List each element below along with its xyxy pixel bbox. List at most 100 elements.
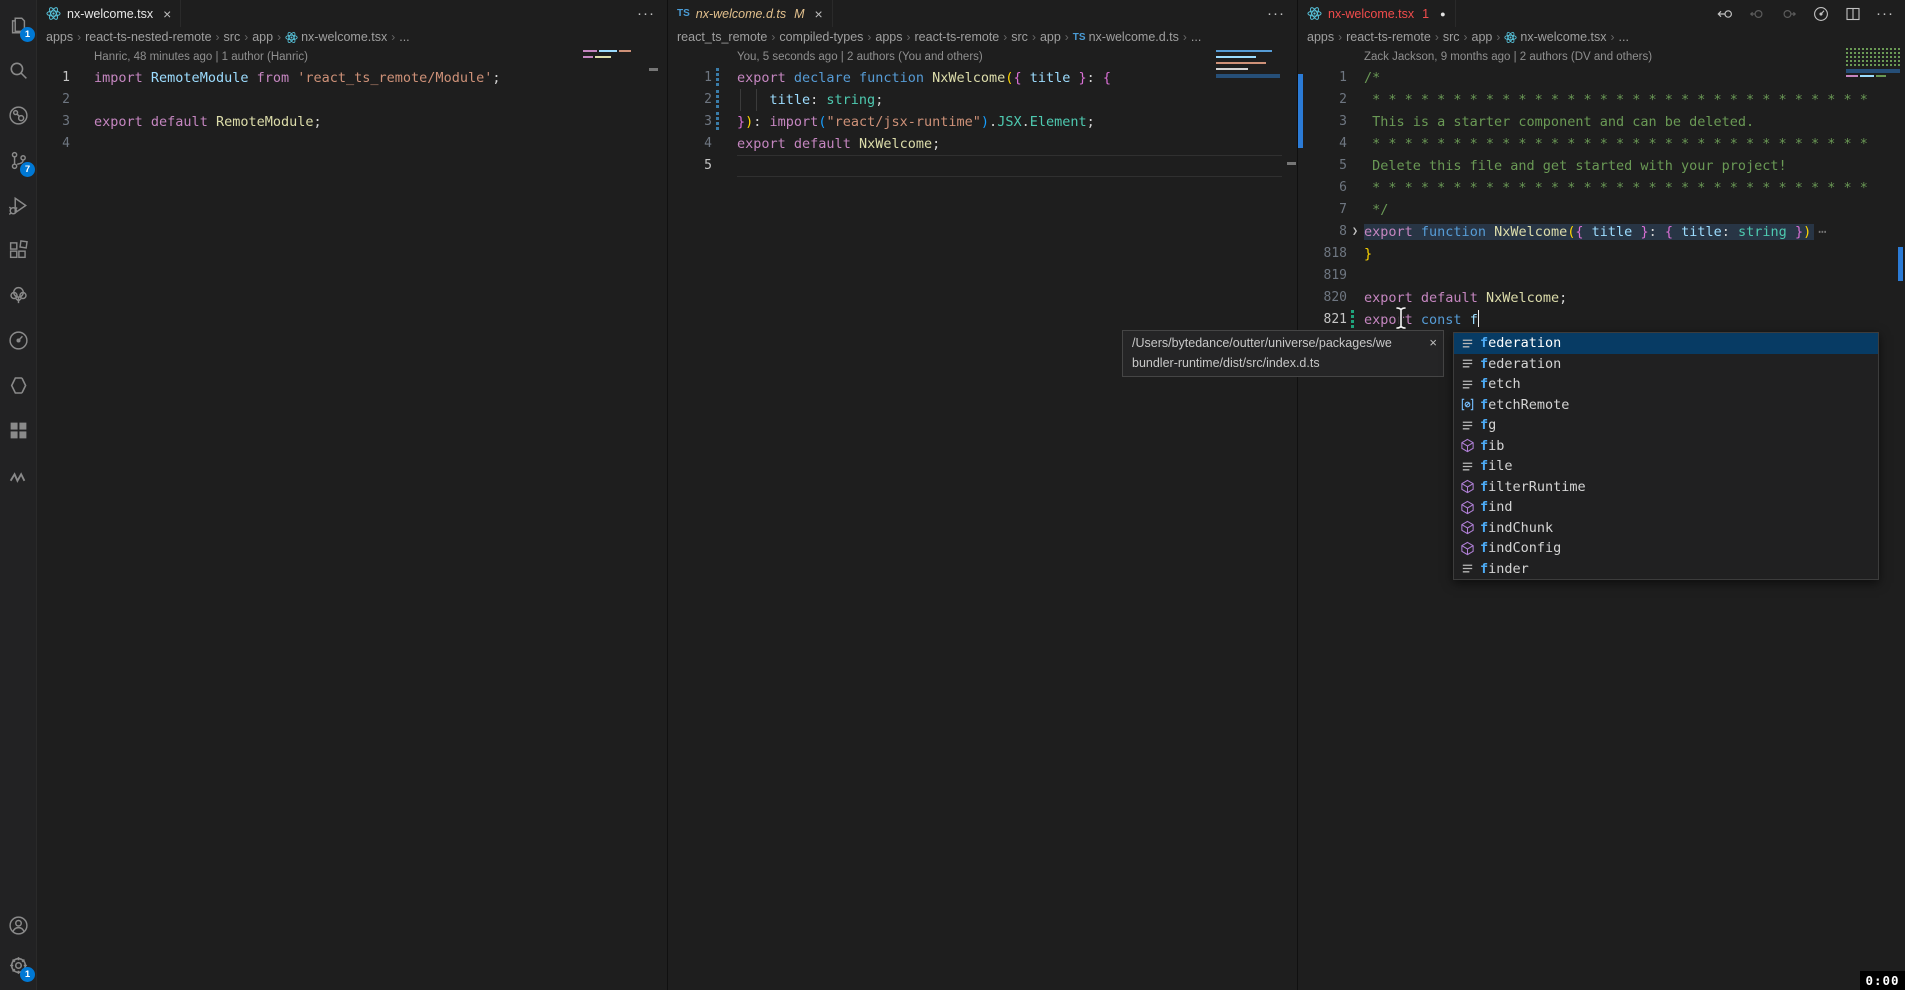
breadcrumb-item[interactable]: react-ts-remote bbox=[1346, 30, 1431, 44]
token: NxWelcome bbox=[859, 136, 932, 152]
activitybar-settings-icon[interactable]: 1 bbox=[0, 947, 36, 983]
suggestion-item[interactable]: fetchRemote bbox=[1454, 395, 1878, 416]
code-text bbox=[70, 133, 94, 155]
minimap-left-pane[interactable] bbox=[583, 50, 643, 66]
codelens-blame[interactable]: Hanric, 48 minutes ago | 1 author (Hanri… bbox=[37, 47, 666, 67]
tab-nx-welcome.tsx[interactable]: nx-welcome.tsx× bbox=[37, 0, 181, 27]
suggestion-item[interactable]: filterRuntime bbox=[1454, 477, 1878, 498]
split-editor-icon[interactable] bbox=[1843, 4, 1863, 24]
code-text: * * * * * * * * * * * * * * * * * * * * … bbox=[1347, 89, 1868, 111]
activity-bar: 1 7 1 bbox=[0, 0, 37, 990]
activitybar-grid-extension-icon[interactable] bbox=[0, 412, 36, 448]
react-file-icon bbox=[1504, 31, 1517, 44]
breadcrumb-item[interactable]: apps bbox=[46, 30, 73, 44]
suggestion-item[interactable]: federation bbox=[1454, 354, 1878, 375]
react-file-icon bbox=[1307, 6, 1322, 21]
suggestion-label: fg bbox=[1480, 417, 1496, 433]
line-number: 821 bbox=[1298, 309, 1347, 331]
code-line-5: 5 bbox=[668, 155, 1296, 177]
editor-actions-right: ··· bbox=[1715, 0, 1905, 27]
breadcrumb-item[interactable]: react-ts-remote bbox=[915, 30, 1000, 44]
activitybar-commit-graph-icon[interactable] bbox=[0, 97, 36, 133]
suggestion-item[interactable]: fg bbox=[1454, 415, 1878, 436]
suggestion-rest: ile bbox=[1488, 458, 1512, 474]
codelens-blame[interactable]: Zack Jackson, 9 months ago | 2 authors (… bbox=[1298, 47, 1905, 67]
breadcrumb-item[interactable]: compiled-types bbox=[779, 30, 863, 44]
breadcrumb-item[interactable]: react_ts_remote bbox=[677, 30, 767, 44]
nav-next-icon[interactable] bbox=[1779, 4, 1799, 24]
compass-icon[interactable] bbox=[1811, 4, 1831, 24]
token bbox=[143, 70, 151, 86]
tab-dirty-dot[interactable]: ● bbox=[1440, 9, 1445, 19]
breadcrumb-item[interactable]: nx-welcome.tsx bbox=[285, 30, 387, 44]
suggestion-item[interactable]: findConfig bbox=[1454, 538, 1878, 559]
minimap-right-pane[interactable] bbox=[1846, 48, 1902, 86]
code-editor-middle[interactable]: You, 5 seconds ago | 2 authors (You and … bbox=[668, 47, 1296, 990]
breadcrumb-separator: › bbox=[867, 30, 871, 44]
code-editor-left[interactable]: Hanric, 48 minutes ago | 1 author (Hanri… bbox=[37, 47, 666, 990]
breadcrumb-item[interactable]: apps bbox=[875, 30, 902, 44]
suggestion-item[interactable]: fetch bbox=[1454, 374, 1878, 395]
token: : bbox=[1087, 70, 1103, 86]
minimap-middle-pane[interactable] bbox=[1216, 50, 1288, 82]
suggestion-item-selected[interactable]: federation bbox=[1454, 333, 1878, 354]
fold-ellipsis[interactable]: ⋯ bbox=[1818, 224, 1826, 240]
code-text: title: string; bbox=[712, 89, 883, 111]
breadcrumb-item[interactable]: TSnx-welcome.d.ts bbox=[1073, 30, 1179, 44]
suggestion-item[interactable]: find bbox=[1454, 497, 1878, 518]
activitybar-wave-extension-icon[interactable] bbox=[0, 459, 36, 495]
breadcrumb-right: apps›react-ts-remote›src›app›nx-welcome.… bbox=[1298, 27, 1905, 47]
tab-close-icon[interactable]: × bbox=[815, 7, 823, 21]
token: string bbox=[1738, 224, 1787, 240]
tab-close-icon[interactable]: × bbox=[163, 7, 171, 21]
suggestion-item[interactable]: finder bbox=[1454, 559, 1878, 580]
breadcrumb-item[interactable]: apps bbox=[1307, 30, 1334, 44]
folded-range-highlight: export function NxWelcome({ title }: { t… bbox=[1364, 224, 1814, 240]
more-actions-icon[interactable]: ··· bbox=[636, 4, 656, 24]
code-text bbox=[1347, 265, 1364, 287]
tooltip-close-icon[interactable]: × bbox=[1429, 333, 1437, 353]
more-actions-icon[interactable]: ··· bbox=[1266, 4, 1286, 24]
suggestion-label: fib bbox=[1480, 438, 1504, 454]
token: This is a starter component and can be d… bbox=[1364, 114, 1754, 130]
nav-prev-icon[interactable] bbox=[1747, 4, 1767, 24]
tooltip-path-line2: bundler-runtime/dist/src/index.d.ts bbox=[1132, 353, 1419, 373]
activitybar-extensions-icon[interactable] bbox=[0, 232, 36, 268]
code-text: export default NxWelcome; bbox=[712, 133, 940, 155]
activitybar-search-icon[interactable] bbox=[0, 52, 36, 88]
activitybar-hexagon-extension-icon[interactable] bbox=[0, 367, 36, 403]
token: { bbox=[1575, 224, 1583, 240]
nav-back-icon[interactable] bbox=[1715, 4, 1735, 24]
breadcrumb-item[interactable]: react-ts-nested-remote bbox=[85, 30, 211, 44]
more-actions-icon[interactable]: ··· bbox=[1875, 4, 1895, 24]
codelens-blame[interactable]: You, 5 seconds ago | 2 authors (You and … bbox=[668, 47, 1296, 67]
suggestion-method-icon bbox=[1459, 438, 1476, 453]
token bbox=[248, 70, 256, 86]
breadcrumb-item[interactable]: ... bbox=[1619, 30, 1629, 44]
breadcrumb-item[interactable]: nx-welcome.tsx bbox=[1504, 30, 1606, 44]
breadcrumb-item[interactable]: ... bbox=[1191, 30, 1201, 44]
tab-nx-welcome.tsx[interactable]: nx-welcome.tsx1● bbox=[1298, 0, 1456, 27]
breadcrumb-item[interactable]: app bbox=[252, 30, 273, 44]
token: : bbox=[1649, 224, 1665, 240]
breadcrumb-separator: › bbox=[1611, 30, 1615, 44]
breadcrumb-item[interactable]: app bbox=[1040, 30, 1061, 44]
activitybar-gitlens-icon[interactable] bbox=[0, 322, 36, 358]
token: ; bbox=[314, 114, 322, 130]
breadcrumb-item[interactable]: src bbox=[1011, 30, 1028, 44]
suggestion-item[interactable]: file bbox=[1454, 456, 1878, 477]
breadcrumb-item[interactable]: src bbox=[1443, 30, 1460, 44]
breadcrumb-item[interactable]: app bbox=[1472, 30, 1493, 44]
activitybar-explorer-icon[interactable]: 1 bbox=[0, 7, 36, 43]
breadcrumb-item[interactable]: ... bbox=[399, 30, 409, 44]
suggestion-item[interactable]: findChunk bbox=[1454, 518, 1878, 539]
activitybar-run-and-debug-icon[interactable] bbox=[0, 187, 36, 223]
activitybar-testing-icon[interactable] bbox=[0, 277, 36, 313]
tab-nx-welcome.d.ts[interactable]: TSnx-welcome.d.tsM× bbox=[668, 0, 833, 27]
activitybar-source-control-icon[interactable]: 7 bbox=[0, 142, 36, 178]
code-text: }): import("react/jsx-runtime").JSX.Elem… bbox=[712, 111, 1095, 133]
code-text: export declare function NxWelcome({ titl… bbox=[712, 67, 1111, 89]
breadcrumb-item[interactable]: src bbox=[224, 30, 241, 44]
activitybar-accounts-icon[interactable] bbox=[0, 907, 36, 943]
suggestion-item[interactable]: fib bbox=[1454, 436, 1878, 457]
